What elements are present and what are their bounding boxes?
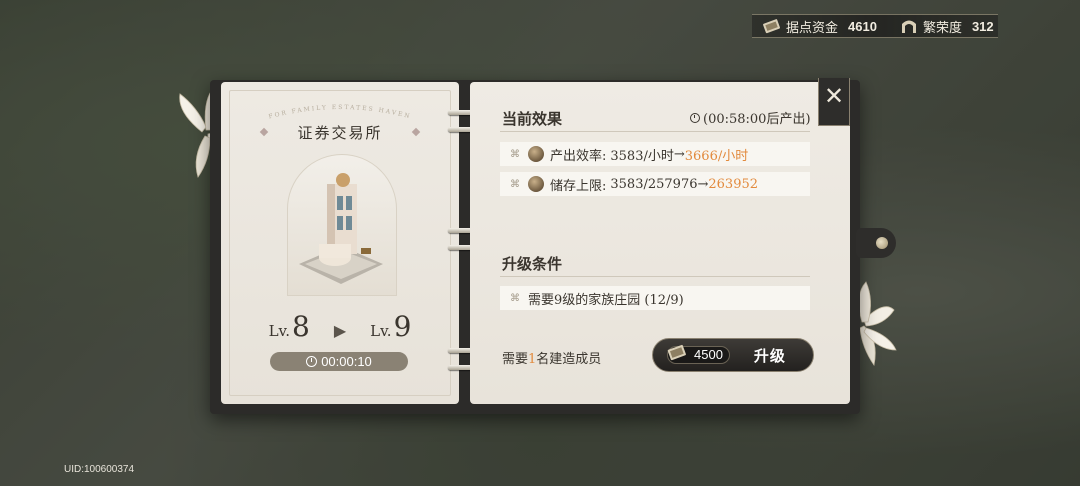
gate-icon xyxy=(901,20,916,33)
builders-suffix: 名建造成员 xyxy=(536,352,602,367)
production-timer: (00:58:00后产出) xyxy=(690,108,811,127)
current-level: 8 xyxy=(292,310,310,343)
divider xyxy=(500,276,810,277)
binder-strap xyxy=(856,228,896,258)
level-row: Lv. 8 ▶ Lv. 9 xyxy=(221,310,459,346)
coin-icon xyxy=(528,176,544,192)
effect-row: ⌘ 储存上限: 3583/257976 → 263952 xyxy=(500,172,810,196)
effect-next: 263952 xyxy=(708,176,759,192)
money-ticket-icon xyxy=(667,344,686,361)
effect-current: 3583/257976 xyxy=(610,176,698,192)
upgrade-button-label: 升级 xyxy=(753,346,786,365)
funds-value: 4610 xyxy=(848,18,877,34)
builders-prefix: 需要 xyxy=(502,352,529,367)
coin-icon xyxy=(528,146,544,162)
divider xyxy=(500,131,810,132)
conditions-title: 升级条件 xyxy=(502,255,563,273)
funds-label: 据点资金 xyxy=(786,20,839,36)
builders-requirement: 需要1名建造成员 xyxy=(502,348,601,367)
user-id: UID:100600374 xyxy=(64,464,135,475)
bullet-icon: ⌘ xyxy=(510,148,520,160)
effects-title: 当前效果 xyxy=(502,110,563,128)
funds-resource: 据点资金 4610 xyxy=(762,17,877,36)
prosperity-label: 繁荣度 xyxy=(922,20,962,36)
current-level-prefix: Lv. xyxy=(268,322,291,340)
bullet-icon: ⌘ xyxy=(510,292,520,304)
upgrade-details-page: 当前效果 (00:58:00后产出) ⌘ 产出效率: 3583/小时 → 366… xyxy=(470,82,850,404)
arc-decoration: FOR FAMILY ESTATES HAVEN xyxy=(268,104,412,120)
upgrade-time-pill: 00:00:10 xyxy=(270,352,408,371)
production-timer-text: (00:58:00后产出) xyxy=(703,112,811,127)
resource-bar: 据点资金 4610 繁荣度 312 xyxy=(752,14,998,38)
effect-label: 储存上限: xyxy=(550,178,607,194)
condition-row: ⌘ 需要9级的家族庄园 (12/9) xyxy=(500,286,810,310)
close-button[interactable]: ✕ xyxy=(818,78,850,126)
svg-text:FOR FAMILY ESTATES HAVEN: FOR FAMILY ESTATES HAVEN xyxy=(268,104,412,120)
clock-icon xyxy=(306,356,318,367)
money-ticket-icon xyxy=(763,19,781,34)
upgrade-time: 00:00:10 xyxy=(321,354,372,369)
upgrade-cost: 4500 xyxy=(667,344,730,364)
next-level-prefix: Lv. xyxy=(370,322,392,340)
prosperity-value: 312 xyxy=(971,18,994,34)
condition-text: 需要9级的家族庄园 (12/9) xyxy=(528,292,684,308)
close-icon: ✕ xyxy=(823,82,845,110)
arc-text: FOR FAMILY ESTATES HAVEN xyxy=(268,104,410,120)
effect-arrow: → xyxy=(673,146,685,162)
stock-exchange-building-icon xyxy=(299,173,383,284)
bullet-icon: ⌘ xyxy=(510,178,520,190)
prosperity-resource: 繁荣度 312 xyxy=(899,17,994,36)
effect-arrow: → xyxy=(697,176,709,192)
upgrade-cost-value: 4500 xyxy=(694,347,723,362)
effect-current: 3583/小时 xyxy=(610,148,674,164)
building-info-page: FOR FAMILY ESTATES HAVEN 证券交易所 Lv. 8 ▶ L… xyxy=(221,82,459,404)
upgrade-button[interactable]: 4500 升级 xyxy=(652,338,814,372)
level-arrow-icon: ▶ xyxy=(333,321,347,340)
effect-row: ⌘ 产出效率: 3583/小时 → 3666/小时 xyxy=(500,142,810,166)
clock-icon xyxy=(690,112,700,123)
next-level: 9 xyxy=(393,310,412,343)
effect-next: 3666/小时 xyxy=(684,148,749,164)
building-name: 证券交易所 xyxy=(297,124,383,142)
effect-label: 产出效率: xyxy=(550,148,607,164)
